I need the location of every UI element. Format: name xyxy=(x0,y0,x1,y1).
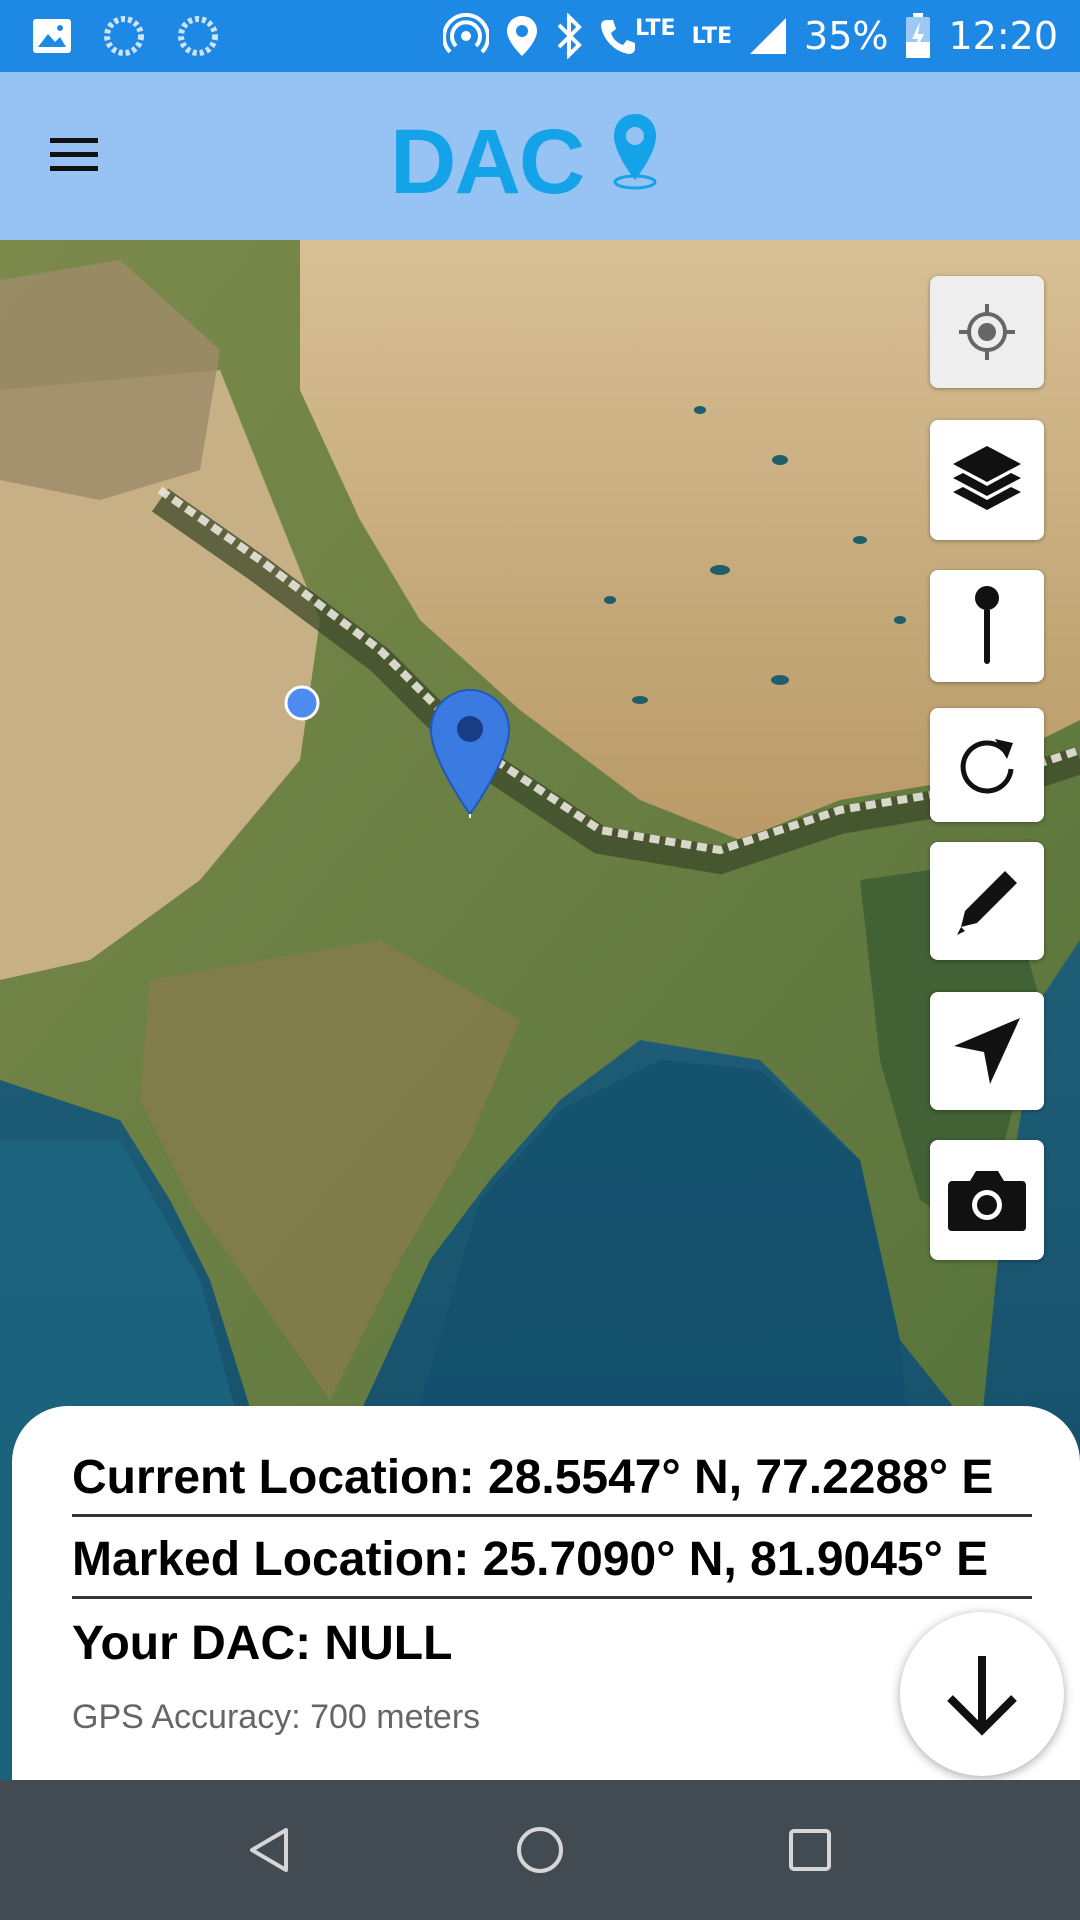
status-bar: LTE LTE 35% 12:20 xyxy=(0,0,1080,72)
dac-text: Your DAC: NULL xyxy=(72,1617,453,1670)
system-nav-bar xyxy=(0,1780,1080,1920)
back-icon xyxy=(250,1828,288,1872)
gps-accuracy-text: GPS Accuracy: 700 meters xyxy=(72,1698,481,1736)
edit-button[interactable] xyxy=(930,842,1044,960)
divider xyxy=(72,1514,1032,1517)
layers-button[interactable] xyxy=(930,420,1044,540)
marked-location-text: Marked Location: 25.7090° N, 81.9045° E xyxy=(72,1533,989,1586)
my-location-button[interactable] xyxy=(930,276,1044,388)
arrow-down-icon xyxy=(947,1656,1017,1736)
bluetooth-icon xyxy=(557,13,583,59)
battery-charging-icon xyxy=(906,13,931,58)
back-button[interactable] xyxy=(230,1810,310,1890)
refresh-icon xyxy=(960,739,1014,794)
home-button[interactable] xyxy=(500,1810,580,1890)
image-icon xyxy=(33,19,71,53)
pin-icon xyxy=(975,586,999,664)
divider xyxy=(72,1596,1032,1599)
app-logo: DAC xyxy=(390,108,690,208)
logo-pin-icon xyxy=(613,114,657,190)
clock: 12:20 xyxy=(948,14,1058,58)
collapse-panel-button[interactable] xyxy=(900,1612,1064,1776)
hamburger-menu-icon[interactable] xyxy=(42,128,112,184)
drop-pin-button[interactable] xyxy=(930,570,1044,682)
lte-label: LTE xyxy=(635,16,676,41)
lte-label: LTE xyxy=(691,23,733,49)
recents-icon xyxy=(789,1829,831,1871)
crosshair-icon xyxy=(959,304,1015,360)
camera-icon xyxy=(948,1171,1026,1231)
current-location-text: Current Location: 28.5547° N, 77.2288° E xyxy=(72,1451,994,1504)
home-icon xyxy=(517,1827,563,1873)
battery-percent: 35% xyxy=(804,14,889,58)
recents-button[interactable] xyxy=(770,1810,850,1890)
loading-icon xyxy=(104,16,144,56)
current-location-dot xyxy=(284,685,320,721)
hotspot-icon xyxy=(443,13,490,54)
navigate-button[interactable] xyxy=(930,992,1044,1110)
navigation-arrow-icon xyxy=(954,1018,1020,1084)
volte-call-icon xyxy=(601,20,636,54)
refresh-button[interactable] xyxy=(930,708,1044,822)
pencil-icon xyxy=(957,871,1017,935)
signal-icon xyxy=(750,18,787,54)
camera-button[interactable] xyxy=(930,1140,1044,1260)
location-icon xyxy=(507,16,538,56)
loading-icon xyxy=(178,16,218,56)
layers-icon xyxy=(953,446,1021,510)
logo-text: DAC xyxy=(390,111,585,213)
app-bar: DAC xyxy=(0,72,1080,240)
